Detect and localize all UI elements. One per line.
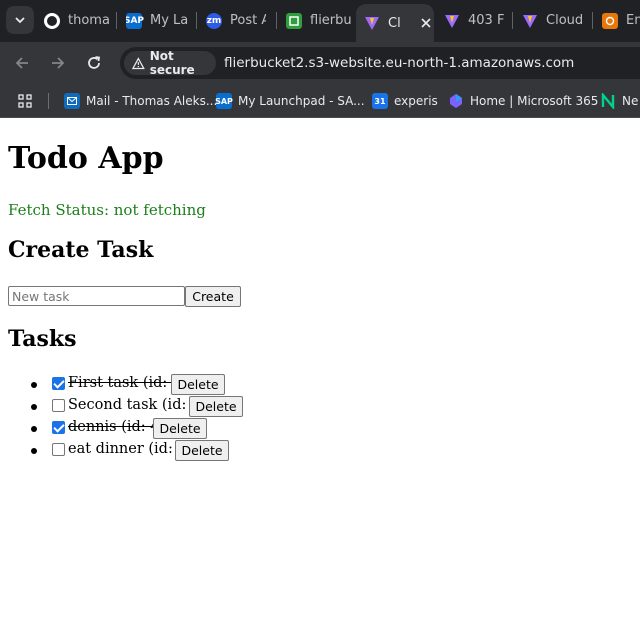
bookmark-experis[interactable]: 31 experis [372, 92, 438, 110]
task-label: eat dinner (id: 5) [68, 441, 193, 457]
arrow-left-icon [15, 57, 28, 69]
task-checkbox[interactable] [52, 421, 65, 434]
vite-icon [444, 13, 460, 29]
tab-github[interactable]: thoma [44, 5, 110, 36]
task-label: Second task (id: 2) [68, 397, 206, 413]
task-checkbox[interactable] [52, 377, 65, 390]
aws-icon [602, 12, 618, 29]
security-chip-label: Not secure [149, 49, 195, 77]
tab-cloud[interactable]: Cloud [522, 5, 586, 36]
vite-icon [364, 15, 380, 31]
apps-button[interactable] [18, 92, 32, 110]
sap-icon: SAP [126, 12, 144, 29]
task-item: Second task (id: 2) Delete [0, 396, 300, 418]
fetch-status: Fetch Status: not fetching [8, 201, 206, 219]
chevron-down-icon [15, 17, 25, 24]
github-icon [44, 12, 60, 29]
task-label: First task (id: 1) [68, 375, 187, 391]
bucket-icon [286, 12, 302, 29]
tab-separator [116, 12, 117, 29]
task-item: First task (id: 1) Delete [0, 374, 300, 396]
delete-button[interactable]: Delete [189, 396, 243, 417]
tab-separator [196, 12, 197, 29]
vite-icon [522, 13, 538, 29]
page-title: Todo App [8, 141, 164, 176]
task-label: dennis (id: 4) [68, 419, 166, 435]
m365-icon [448, 93, 464, 109]
tasks-heading: Tasks [8, 326, 77, 352]
create-task-heading: Create Task [8, 237, 154, 263]
list-bullet [31, 382, 37, 388]
calendar-icon: 31 [372, 93, 388, 109]
tab-flierbucket[interactable]: flierbu [286, 5, 352, 36]
new-task-input[interactable] [8, 286, 185, 306]
list-bullet [31, 404, 37, 410]
tab-403[interactable]: 403 Fo [444, 5, 504, 36]
n-icon [600, 93, 616, 109]
delete-button[interactable]: Delete [171, 374, 225, 395]
tab-aws[interactable]: En [602, 5, 640, 36]
back-button[interactable] [8, 49, 36, 77]
reload-icon [88, 56, 101, 69]
bookmark-sap-launchpad[interactable]: SAP My Launchpad - SA... [215, 92, 365, 110]
list-bullet [31, 426, 37, 432]
tab-strip: thoma SAP My La zm Post A flierbu Cl 403… [0, 0, 640, 42]
delete-button[interactable]: Delete [175, 440, 229, 461]
reload-button[interactable] [80, 49, 108, 77]
tab-active[interactable]: Cl [356, 4, 434, 42]
outlook-icon [64, 93, 80, 109]
warning-triangle-icon [132, 56, 145, 69]
zm-icon: zm [206, 12, 222, 29]
tab-separator [512, 12, 513, 29]
page-content: Todo App Fetch Status: not fetching Crea… [0, 119, 640, 621]
address-bar[interactable]: Not secure flierbucket2.s3-website.eu-no… [120, 47, 640, 79]
tab-sap-launchpad[interactable]: SAP My La [126, 5, 188, 36]
sap-icon: SAP [215, 93, 233, 109]
tab-separator [276, 12, 277, 29]
task-checkbox[interactable] [52, 399, 65, 412]
bookmarks-bar: Mail - Thomas Aleks... SAP My Launchpad … [0, 84, 640, 118]
bookmarks-separator [48, 93, 49, 109]
url-text[interactable]: flierbucket2.s3-website.eu-north-1.amazo… [224, 55, 574, 71]
forward-button[interactable] [44, 49, 72, 77]
create-button[interactable]: Create [185, 286, 241, 307]
tab-zm[interactable]: zm Post A [206, 5, 266, 36]
task-item: eat dinner (id: 5) Delete [0, 440, 300, 462]
apps-grid-icon [18, 94, 32, 108]
tab-separator [592, 12, 593, 29]
task-item: dennis (id: 4) Delete [0, 418, 300, 440]
browser-toolbar: Not secure flierbucket2.s3-website.eu-no… [0, 42, 640, 84]
tab-search-button[interactable] [6, 6, 34, 34]
security-chip[interactable]: Not secure [124, 49, 216, 77]
bookmark-ne[interactable]: Ne [600, 92, 638, 110]
delete-button[interactable]: Delete [153, 418, 207, 439]
arrow-right-icon [52, 57, 65, 69]
list-bullet [31, 448, 37, 454]
bookmark-mail[interactable]: Mail - Thomas Aleks... [64, 92, 217, 110]
close-tab-icon[interactable] [418, 15, 434, 31]
bookmark-microsoft-365[interactable]: Home | Microsoft 365 [448, 92, 598, 110]
task-checkbox[interactable] [52, 443, 65, 456]
